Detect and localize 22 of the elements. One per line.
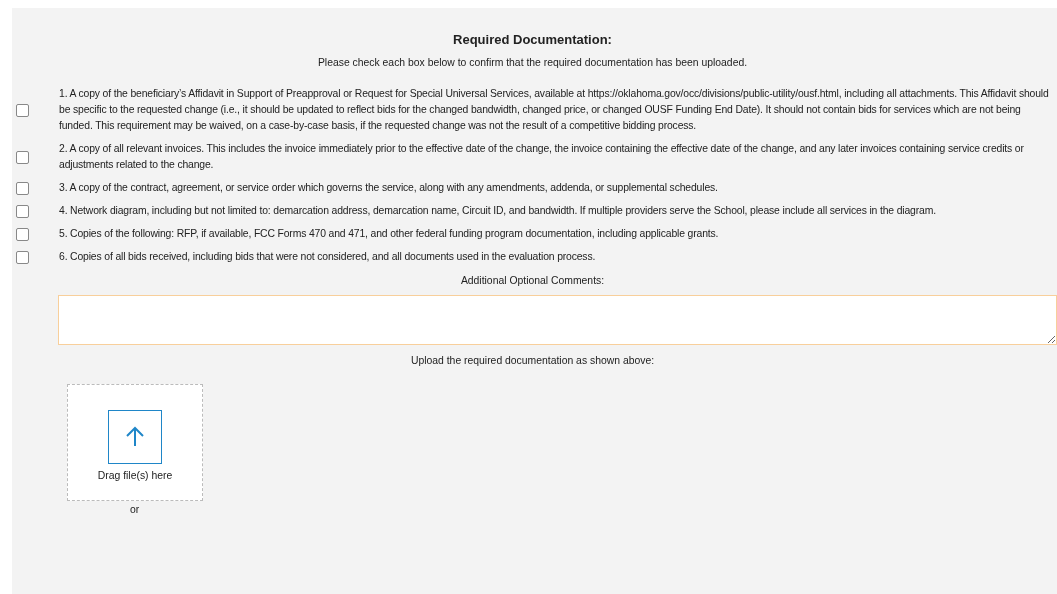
checkbox[interactable] <box>16 150 29 164</box>
drop-text: Drag file(s) here <box>97 469 173 484</box>
requirement-text: 5. Copies of the following: RFP, if available, FCC Forms 470 and 471, and other federal funding program documentation, including applicable grants. <box>59 227 719 242</box>
checkbox[interactable] <box>16 181 29 195</box>
comments-label: Additional Optional Comments: <box>459 274 606 289</box>
or-text: or <box>130 503 141 518</box>
checkbox[interactable] <box>16 103 29 117</box>
checkbox[interactable] <box>16 227 29 241</box>
requirement-text: 4. Network diagram, including but not limited to: demarcation address, demarcation name, Circuit ID, and bandwidth. If multiple providers serve the School, please include all services in the diagram. <box>59 204 936 219</box>
requirement-text: 2. A copy of all relevant invoices. This includes the invoice immediately prior to the effective date of the change, the invoice containing the effective date of the change, and any later invoices containing service credits or adjustments related to the change. <box>59 142 1025 173</box>
requirement-text: 6. Copies of all bids received, including bids that were not considered, and all documents used in the evaluation process. <box>59 250 596 265</box>
requirement-text: 3. A copy of the contract, agreement, or service order which governs the service, along with any amendments, addenda, or supplemental schedules. <box>59 181 718 196</box>
instruction-text: Please check each box below to confirm that the required documentation has been uploaded. <box>316 55 749 70</box>
section-title: Required Documentation: <box>452 31 613 49</box>
requirement-text: 1. A copy of the beneficiary’s Affidavit in Support of Preapproval or Request for Special Universal Services, available at https://oklahoma.gov/occ/divisions/public-utility/ousf.html, including all attachments. This Affidavit should be specific to the requested change (i.e., it should be updated to reflect bids for the changed bandwidth, changed price, or changed OUSF Funding End Date). It should not contain bids for services which are not being funded. This requirement may be waived, on a case-by-case basis, if the requested change was not the result of a competitive bidding process. <box>59 87 1050 134</box>
checkbox[interactable] <box>16 204 29 218</box>
upload-icon <box>125 426 145 449</box>
upload-label: Upload the required documentation as shown above: <box>409 353 656 368</box>
drop-zone[interactable]: Drag file(s) here <box>67 384 203 502</box>
upload-button[interactable] <box>108 410 162 465</box>
comments-field[interactable] <box>58 294 1057 345</box>
checkbox[interactable] <box>16 250 29 264</box>
